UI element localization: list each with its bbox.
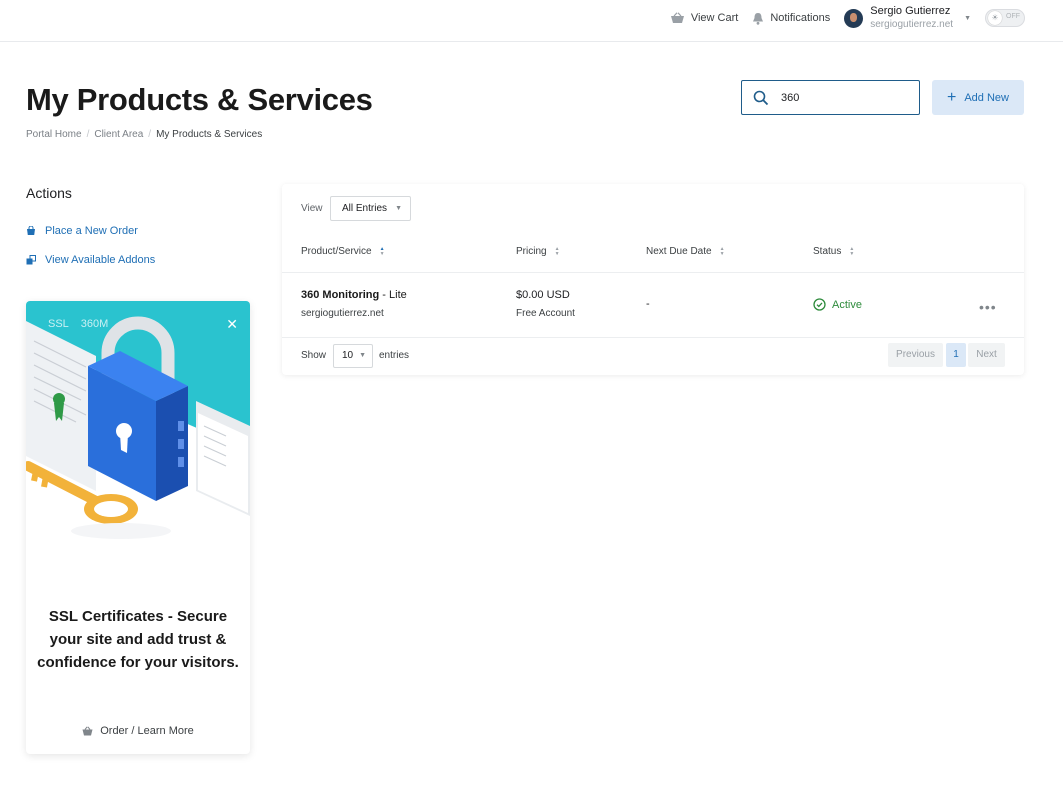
sort-icon: ▲ ▼	[849, 245, 855, 257]
sun-icon: ☀	[988, 11, 1002, 25]
chevron-down-icon: ▼	[395, 205, 402, 212]
next-due-date: -	[646, 298, 650, 310]
column-header-label: Pricing	[516, 246, 547, 257]
breadcrumb-separator: /	[86, 129, 90, 140]
column-header-status[interactable]: Status ▲ ▼	[813, 246, 854, 257]
breadcrumb-portal-home[interactable]: Portal Home	[26, 129, 82, 140]
column-header-next-due[interactable]: Next Due Date ▲ ▼	[646, 246, 725, 257]
view-filter-value: All Entries	[342, 203, 388, 214]
view-cart-link[interactable]: View Cart	[670, 12, 738, 24]
add-new-button[interactable]: + Add New	[932, 80, 1024, 115]
place-new-order-label: Place a New Order	[45, 225, 138, 237]
promo-headline: SSL Certificates - Secure your site and …	[37, 608, 239, 671]
product-domain: sergiogutierrez.net	[301, 308, 384, 319]
ssl-promo-card: SSL 360M ✕ SSL Certificates - Secure you…	[26, 301, 250, 754]
search-icon	[753, 90, 769, 105]
column-header-label: Next Due Date	[646, 246, 712, 257]
product-name: 360 Monitoring	[301, 289, 380, 301]
product-plan: - Lite	[379, 289, 407, 301]
view-filter-select[interactable]: All Entries ▼	[330, 196, 411, 221]
addons-icon	[26, 255, 36, 265]
plus-icon: +	[947, 88, 957, 106]
column-header-product[interactable]: Product/Service ▲ ▼	[301, 246, 385, 257]
notifications-link[interactable]: Notifications	[752, 12, 830, 25]
chevron-down-icon: ▼	[964, 14, 971, 22]
price-amount: $0.00 USD	[516, 289, 570, 301]
search-box[interactable]	[741, 80, 920, 115]
show-label: Show	[301, 350, 327, 361]
ssl-illustration	[26, 301, 250, 581]
status-badge: Active	[813, 298, 862, 311]
avatar	[844, 8, 864, 28]
view-filter-label: View	[301, 203, 323, 214]
promo-tags: SSL 360M	[48, 318, 108, 330]
product-name-line: 360 Monitoring - Lite	[301, 289, 407, 301]
next-page-button[interactable]: Next	[968, 343, 1005, 367]
page-1-button[interactable]: 1	[946, 343, 966, 367]
top-bar: View Cart Notifications Sergio Gutierrez…	[0, 0, 1063, 42]
toggle-state-label: OFF	[1006, 13, 1020, 20]
close-icon[interactable]: ✕	[226, 316, 238, 333]
promo-tag: SSL	[48, 318, 69, 330]
order-learn-more-label: Order / Learn More	[100, 725, 194, 737]
user-menu[interactable]: Sergio Gutierrez sergiogutierrez.net ▼	[844, 5, 971, 31]
check-circle-icon	[813, 298, 826, 311]
bell-icon	[753, 12, 764, 25]
theme-toggle[interactable]: ☀ OFF	[985, 9, 1025, 27]
previous-page-button[interactable]: Previous	[888, 343, 943, 367]
page-length-value: 10	[342, 350, 354, 361]
user-name: Sergio Gutierrez	[870, 5, 951, 17]
column-header-label: Product/Service	[301, 246, 372, 257]
pricing-cell: $0.00 USD Free Account	[516, 289, 575, 319]
page-title: My Products & Services	[26, 82, 373, 117]
breadcrumb-current: My Products & Services	[156, 129, 263, 140]
billing-cycle: Free Account	[516, 308, 575, 319]
add-new-label: Add New	[964, 91, 1009, 104]
view-addons-link[interactable]: View Available Addons	[26, 254, 155, 266]
order-learn-more-link[interactable]: Order / Learn More	[26, 725, 250, 737]
breadcrumb-separator: /	[148, 129, 152, 140]
chevron-down-icon: ▼	[359, 352, 366, 359]
top-navigation: View Cart Notifications Sergio Gutierrez…	[670, 0, 1025, 36]
view-cart-label: View Cart	[690, 12, 739, 24]
sort-icon: ▲ ▼	[379, 245, 385, 257]
user-info: Sergio Gutierrez sergiogutierrez.net	[870, 5, 953, 31]
basket-icon	[82, 726, 93, 736]
place-new-order-link[interactable]: Place a New Order	[26, 225, 138, 237]
column-header-label: Status	[813, 246, 842, 257]
view-addons-label: View Available Addons	[45, 254, 156, 266]
basket-icon	[670, 12, 684, 23]
more-options-icon[interactable]: •••	[979, 299, 997, 315]
cart-icon	[27, 226, 35, 235]
promo-tag: 360M	[80, 318, 109, 330]
actions-title: Actions	[26, 185, 72, 201]
product-cell: 360 Monitoring - Lite sergiogutierrez.ne…	[301, 289, 407, 319]
column-header-pricing[interactable]: Pricing ▲ ▼	[516, 246, 560, 257]
entries-label: entries	[379, 350, 410, 361]
table-row[interactable]: 360 Monitoring - Lite sergiogutierrez.ne…	[282, 273, 1024, 337]
search-input[interactable]	[781, 91, 901, 104]
breadcrumb-client-area[interactable]: Client Area	[94, 129, 143, 140]
notifications-label: Notifications	[770, 12, 831, 24]
sort-icon: ▲ ▼	[554, 245, 560, 257]
status-label: Active	[832, 298, 862, 311]
page-length-select[interactable]: 10 ▼	[333, 344, 373, 368]
products-table-card: View All Entries ▼ Product/Service ▲ ▼ Pr…	[282, 184, 1024, 375]
footer-divider	[282, 337, 1024, 338]
user-domain: sergiogutierrez.net	[870, 19, 954, 30]
breadcrumb: Portal Home / Client Area / My Products …	[26, 129, 262, 140]
sort-icon: ▲ ▼	[719, 245, 725, 257]
